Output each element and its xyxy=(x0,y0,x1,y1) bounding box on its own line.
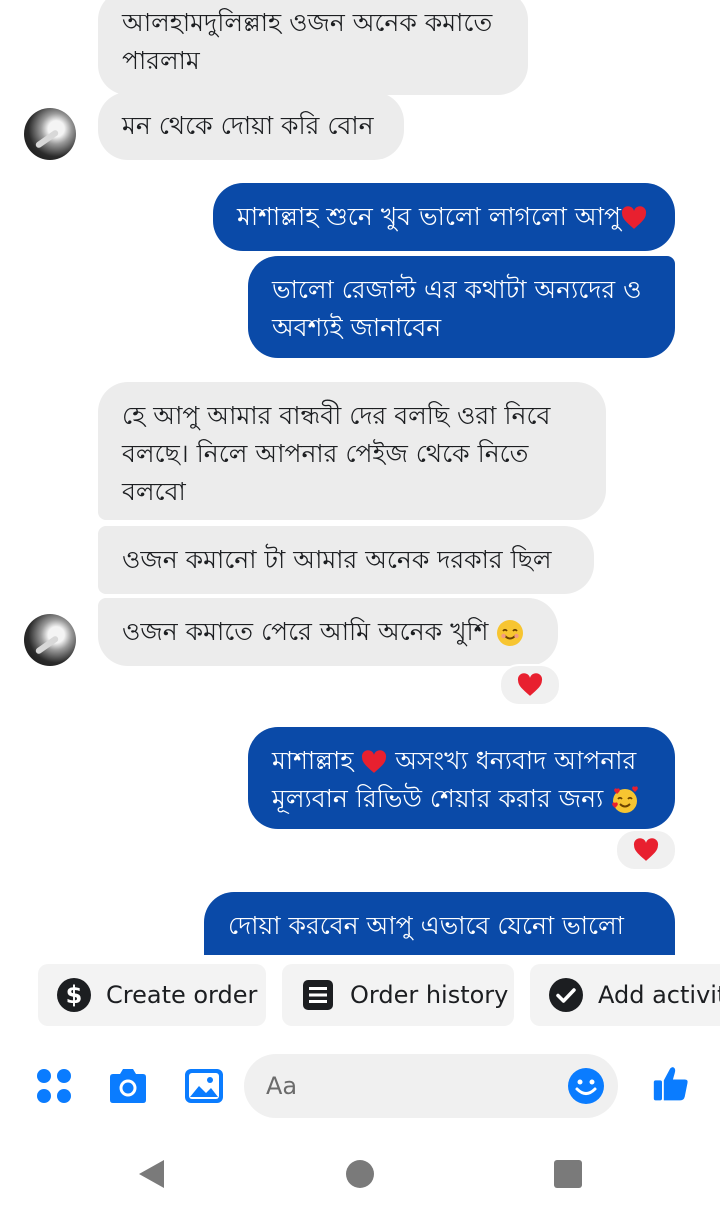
outgoing-message[interactable]: ভালো রেজাল্ট এর কথাটা অন্যদের ও অবশ্যই জ… xyxy=(248,256,675,358)
avatar[interactable] xyxy=(24,614,76,666)
message-text: দোয়া করবেন আপু এভাবে যেনো ভালো xyxy=(228,911,624,940)
heart-icon xyxy=(362,750,387,773)
heart-reaction[interactable] xyxy=(615,829,677,871)
like-icon[interactable] xyxy=(652,1062,692,1106)
home-icon[interactable] xyxy=(344,1158,376,1190)
order-history-label: Order history xyxy=(350,981,509,1009)
list-icon xyxy=(303,980,333,1010)
smiling-face-emoji xyxy=(497,620,524,646)
incoming-message[interactable]: ওজন কমানো টা আমার অনেক দরকার ছিল xyxy=(98,526,594,594)
outgoing-message[interactable]: মাশাল্লাহ অসংখ্য ধন্যবাদ আপনার মূল্যবান … xyxy=(248,727,675,829)
message-composer: Aa xyxy=(0,1050,720,1122)
smiling-face-with-hearts-emoji xyxy=(612,786,639,813)
emoji-icon[interactable] xyxy=(566,1066,606,1106)
create-order-button[interactable]: $ Create order xyxy=(38,964,266,1026)
add-activity-label: Add activit xyxy=(598,981,720,1009)
message-text: আলহামদুলিল্লাহ ওজন অনেক কমাতে পারলাম xyxy=(122,8,493,75)
heart-icon xyxy=(621,206,647,229)
message-text: মাশাল্লাহ xyxy=(272,746,354,775)
message-text: ভালো রেজাল্ট এর কথাটা অন্যদের ও অবশ্যই জ… xyxy=(272,275,642,342)
heart-icon xyxy=(517,673,543,696)
dollar-icon: $ xyxy=(57,978,91,1012)
recents-icon[interactable] xyxy=(552,1158,584,1190)
outgoing-message[interactable]: দোয়া করবেন আপু এভাবে যেনো ভালো xyxy=(204,892,675,955)
message-input-placeholder: Aa xyxy=(266,1072,298,1100)
message-text: মাশাল্লাহ শুনে খুব ভালো লাগলো আপু xyxy=(237,202,622,231)
order-history-button[interactable]: Order history xyxy=(282,964,514,1026)
incoming-message[interactable]: হে আপু আমার বান্ধবী দের বলছি ওরা নিবে বল… xyxy=(98,382,606,520)
back-icon[interactable] xyxy=(136,1158,168,1190)
heart-icon xyxy=(633,838,659,861)
apps-icon[interactable] xyxy=(32,1064,76,1108)
create-order-label: Create order xyxy=(106,981,258,1009)
gallery-icon[interactable] xyxy=(182,1064,226,1108)
quick-actions-bar: $ Create order Order history Add activit xyxy=(0,962,720,1028)
message-text: ওজন কমাতে পেরে আমি অনেক খুশি xyxy=(122,617,489,646)
message-text: হে আপু আমার বান্ধবী দের বলছি ওরা নিবে বল… xyxy=(122,401,551,506)
camera-icon[interactable] xyxy=(106,1064,150,1108)
incoming-message[interactable]: মন থেকে দোয়া করি বোন xyxy=(98,92,404,160)
check-circle-icon xyxy=(549,978,583,1012)
incoming-message[interactable]: আলহামদুলিল্লাহ ওজন অনেক কমাতে পারলাম xyxy=(98,0,528,95)
system-navigation-bar xyxy=(0,1140,720,1210)
add-activity-button[interactable]: Add activit xyxy=(530,964,720,1026)
message-thread[interactable]: আলহামদুলিল্লাহ ওজন অনেক কমাতে পারলাম মন … xyxy=(0,0,720,955)
outgoing-message[interactable]: মাশাল্লাহ শুনে খুব ভালো লাগলো আপু xyxy=(213,183,675,251)
incoming-message[interactable]: ওজন কমাতে পেরে আমি অনেক খুশি xyxy=(98,598,558,666)
message-text: মন থেকে দোয়া করি বোন xyxy=(122,111,374,140)
svg-text:$: $ xyxy=(66,981,83,1009)
message-text: ওজন কমানো টা আমার অনেক দরকার ছিল xyxy=(122,545,552,574)
heart-reaction[interactable] xyxy=(499,664,561,706)
message-input[interactable]: Aa xyxy=(244,1054,618,1118)
avatar[interactable] xyxy=(24,108,76,160)
